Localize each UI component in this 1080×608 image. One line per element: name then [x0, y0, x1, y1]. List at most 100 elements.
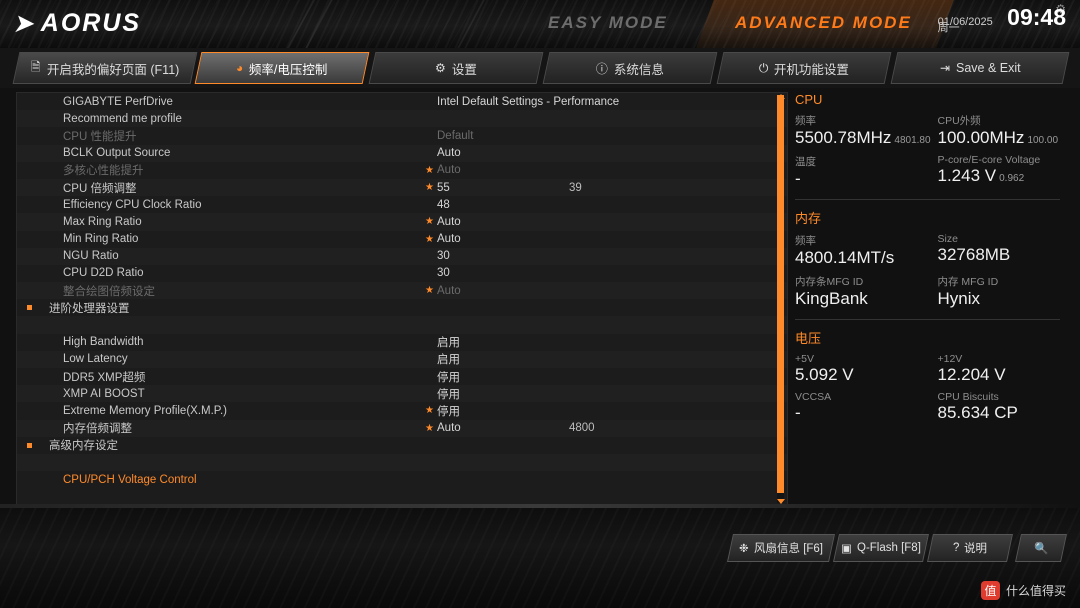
settings-row[interactable]: Recommend me profile — [17, 110, 787, 128]
settings-row[interactable]: CPU/PCH Voltage Control — [17, 471, 787, 488]
submenu-bullet-icon — [27, 305, 32, 311]
gear-icon: ⚙ — [435, 61, 446, 75]
settings-row-label: CPU/PCH Voltage Control — [63, 473, 197, 486]
modified-star-icon: ★ — [425, 422, 434, 434]
voltage-12v-label: +12V — [937, 353, 963, 365]
settings-row[interactable]: CPU D2D Ratio 30 — [17, 265, 787, 282]
tab-boot-settings[interactable]: ⏻ 开机功能设置 — [716, 52, 892, 84]
q-flash-label: Q-Flash [F8] — [856, 542, 921, 554]
settings-row[interactable]: Extreme Memory Profile(X.M.P.) ★ 停用 — [17, 402, 787, 419]
bottom-bar: ❉ 风扇信息 [F6] ▣ Q-Flash [F8] ? 说明 🔍 值 什么值得… — [0, 504, 1080, 608]
tab-frequency-voltage-label: 频率/电压控制 — [249, 62, 328, 77]
fan-info-label: 风扇信息 [F6] — [753, 543, 823, 555]
cpu-temp-value: - — [795, 169, 801, 188]
settings-row-label: NGU Ratio — [63, 250, 119, 263]
submenu-bullet-icon — [27, 442, 32, 448]
settings-row[interactable]: GIGABYTE PerfDrive Intel Default Settings… — [17, 93, 787, 110]
settings-row[interactable] — [17, 316, 787, 334]
memory-chip-mfg-label: 内存 MFG ID — [937, 276, 999, 288]
settings-row-label: Max Ring Ratio — [63, 215, 142, 228]
voltage-section-title: 电压 — [795, 331, 822, 346]
tab-save-exit[interactable]: ⇥ Save & Exit — [890, 52, 1070, 84]
advanced-mode-button[interactable]: ADVANCED MODE — [735, 6, 912, 40]
tab-system-info[interactable]: ⓘ 系统信息 — [542, 52, 718, 84]
clock-weekday: 周一 — [937, 22, 960, 34]
memory-module-mfg-label: 内存条MFG ID — [795, 276, 864, 288]
easy-mode-button[interactable]: EASY MODE — [548, 6, 668, 40]
tab-favorites[interactable]: 🗎 开启我的偏好页面 (F11) — [12, 52, 198, 84]
settings-row[interactable]: CPU 性能提升 Default — [17, 127, 787, 144]
settings-row[interactable]: 整合绘图倍频设定 ★ Auto — [17, 282, 787, 300]
settings-row[interactable]: Min Ring Ratio ★ Auto — [17, 231, 787, 248]
logo-text: AORUS — [40, 8, 142, 37]
cpu-temp-row: 温度 - P-core/E-core Voltage 1.243 V 0.962 — [795, 154, 1080, 189]
settings-panel: GIGABYTE PerfDrive Intel Default Settings… — [16, 92, 788, 506]
cpu-biscuits-value: 85.634 CP — [937, 403, 1018, 422]
settings-row-value: Auto — [437, 284, 461, 297]
bookmark-icon: 🗎 — [30, 59, 41, 74]
settings-row-label: BCLK Output Source — [63, 147, 171, 160]
settings-row-label: CPU 性能提升 — [63, 130, 137, 143]
help-button[interactable]: ? 说明 — [927, 534, 1013, 562]
falcon-icon: ➤ — [11, 8, 40, 38]
settings-row[interactable]: NGU Ratio 30 — [17, 247, 787, 265]
search-button[interactable]: 🔍 — [1015, 534, 1067, 562]
memory-freq-row: 频率 4800.14MT/s Size 32768MB — [795, 233, 1080, 268]
voltage-rail-row-2: VCCSA - CPU Biscuits 85.634 CP — [795, 391, 1080, 423]
settings-row[interactable]: BCLK Output Source Auto — [17, 144, 787, 162]
tab-boot-settings-label: 开机功能设置 — [774, 62, 850, 77]
settings-row-label: High Bandwidth — [63, 336, 144, 349]
hardware-info-panel: CPU 频率 5500.78MHz 4801.80 CPU外频 100.00MHz… — [795, 92, 1080, 504]
settings-row[interactable]: XMP AI BOOST 停用 — [17, 385, 787, 403]
q-flash-button[interactable]: ▣ Q-Flash [F8] — [833, 534, 929, 562]
tab-save-exit-label: Save & Exit — [955, 61, 1021, 75]
settings-row-value: 30 — [437, 267, 450, 280]
settings-row[interactable]: Max Ring Ratio ★ Auto — [17, 213, 787, 231]
cpu-voltage-sub: 0.962 — [999, 173, 1025, 184]
settings-row[interactable]: Low Latency 启用 — [17, 350, 787, 368]
speedometer-icon: ◕ — [236, 61, 244, 75]
settings-row[interactable] — [17, 453, 787, 472]
settings-row-value: Auto — [437, 233, 461, 246]
settings-row[interactable]: 多核心性能提升 ★ Auto — [17, 162, 787, 179]
cpu-temp-label: 温度 — [795, 156, 816, 168]
settings-row-label: 内存倍频调整 — [63, 423, 132, 436]
cpu-voltage-value: 1.243 V 0.962 — [937, 166, 1025, 185]
help-label: 说明 — [964, 543, 988, 555]
settings-row-value: 停用 — [437, 405, 460, 418]
scrollbar-track[interactable] — [777, 95, 784, 503]
memory-size-label: Size — [937, 233, 958, 245]
modified-star-icon: ★ — [425, 164, 434, 176]
clock-widget: 01/06/2025 09:48 周一 — [938, 4, 1066, 34]
cpu-freq-sub: 4801.80 — [894, 135, 931, 146]
tab-settings[interactable]: ⚙ 设置 — [368, 52, 544, 84]
settings-row[interactable]: High Bandwidth 启用 — [17, 334, 787, 351]
fan-info-button[interactable]: ❉ 风扇信息 [F6] — [727, 534, 835, 562]
modified-star-icon: ★ — [425, 405, 434, 417]
scrollbar-thumb[interactable] — [777, 95, 784, 493]
settings-row-label: Min Ring Ratio — [63, 233, 139, 246]
voltage-vccsa-label: VCCSA — [795, 391, 832, 403]
memory-section-title: 内存 — [795, 211, 822, 226]
settings-row-label: CPU 倍频调整 — [63, 182, 137, 195]
settings-row[interactable]: 高级内存设定 — [17, 437, 787, 454]
settings-row[interactable]: 内存倍频调整 ★ Auto 4800 — [17, 419, 787, 437]
memory-chip-mfg-value: Hynix — [937, 289, 981, 308]
memory-module-mfg-value: KingBank — [795, 289, 868, 308]
settings-row-value: 30 — [437, 250, 450, 263]
settings-row[interactable]: DDR5 XMP超频 停用 — [17, 368, 787, 385]
settings-row[interactable]: CPU 倍频调整 ★ 55 39 — [17, 178, 787, 197]
cpu-freq-value: 5500.78MHz 4801.80 — [795, 128, 931, 147]
settings-row-label: Extreme Memory Profile(X.M.P.) — [63, 404, 228, 417]
settings-row-label: Low Latency — [63, 353, 128, 366]
clock-time: 09:48 — [1007, 4, 1066, 30]
settings-rows: GIGABYTE PerfDrive Intel Default Settings… — [17, 93, 787, 488]
settings-row[interactable]: Efficiency CPU Clock Ratio 48 — [17, 196, 787, 213]
memory-mfg-row: 内存条MFG ID KingBank 内存 MFG ID Hynix — [795, 274, 1080, 309]
settings-row-value: 48 — [437, 198, 450, 211]
cpu-freq-row: 频率 5500.78MHz 4801.80 CPU外频 100.00MHz 100.… — [795, 113, 1080, 148]
settings-row[interactable]: 进阶处理器设置 — [17, 299, 787, 316]
search-icon: 🔍 — [1033, 543, 1049, 555]
voltage-rail-row-1: +5V 5.092 V +12V 12.204 V — [795, 353, 1080, 385]
tab-frequency-voltage[interactable]: ◕ 频率/电压控制 — [194, 52, 370, 84]
